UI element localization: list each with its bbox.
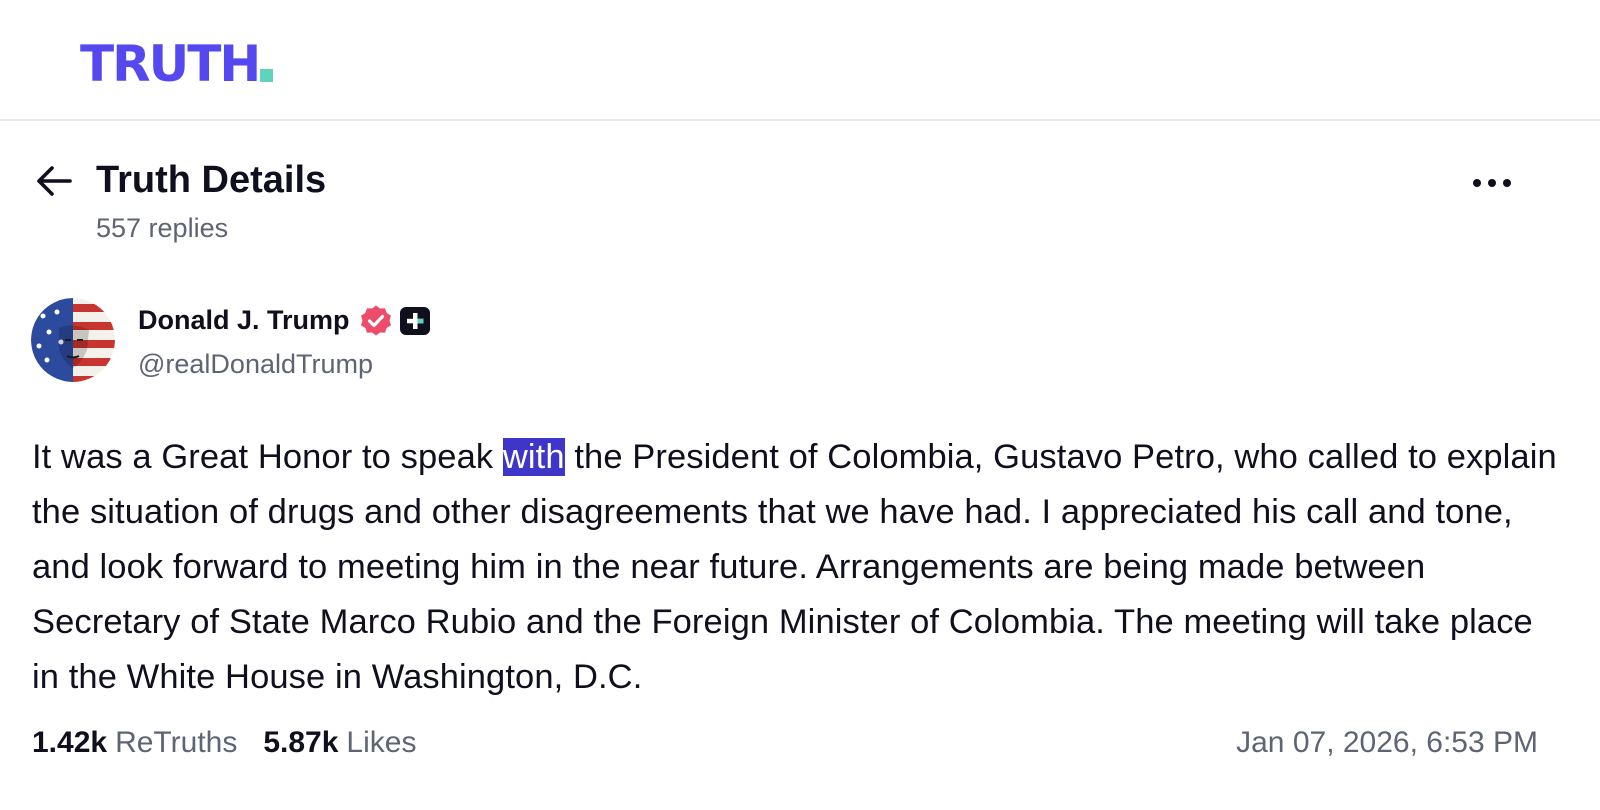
post-timestamp: Jan 07, 2026, 6:53 PM bbox=[1236, 726, 1538, 759]
avatar-image bbox=[31, 298, 115, 382]
verified-badge-icon bbox=[361, 305, 391, 336]
selected-text: with bbox=[502, 438, 565, 476]
post-stats: 1.42k ReTruths 5.87k Likes bbox=[32, 723, 416, 763]
truth-plus-badge-icon bbox=[400, 307, 430, 335]
likes-label: Likes bbox=[346, 726, 417, 759]
logo-dot-icon bbox=[260, 69, 274, 82]
post-text-start: It was a Great Honor to speak bbox=[32, 438, 503, 476]
back-button[interactable] bbox=[34, 163, 74, 199]
retruths-label: ReTruths bbox=[115, 726, 238, 759]
likes-count: 5.87k bbox=[263, 726, 339, 759]
more-dot bbox=[1473, 179, 1481, 187]
more-dot bbox=[1503, 179, 1511, 187]
author-handle[interactable]: @realDonaldTrump bbox=[138, 348, 373, 380]
page-title: Truth Details bbox=[96, 159, 327, 201]
post-text: It was a Great Honor to speak with the P… bbox=[32, 430, 1562, 705]
author-avatar[interactable] bbox=[31, 298, 115, 382]
author-name[interactable]: Donald J. Trump bbox=[138, 304, 350, 336]
reply-count: 557 replies bbox=[96, 213, 229, 243]
logo-wordmark: TRUTH bbox=[80, 35, 261, 93]
retruths-stat[interactable]: 1.42k ReTruths bbox=[32, 723, 237, 763]
more-dot bbox=[1488, 179, 1496, 187]
top-navigation-bar: TRUTH bbox=[0, 0, 1600, 121]
truth-logo[interactable]: TRUTH bbox=[80, 29, 274, 93]
arrow-left-icon bbox=[37, 166, 72, 196]
more-options-button[interactable] bbox=[1469, 168, 1515, 198]
post-text-end: the President of Colombia, Gustavo Petro… bbox=[32, 438, 1557, 696]
retruths-count: 1.42k bbox=[32, 726, 108, 759]
likes-stat[interactable]: 5.87k Likes bbox=[263, 723, 416, 763]
